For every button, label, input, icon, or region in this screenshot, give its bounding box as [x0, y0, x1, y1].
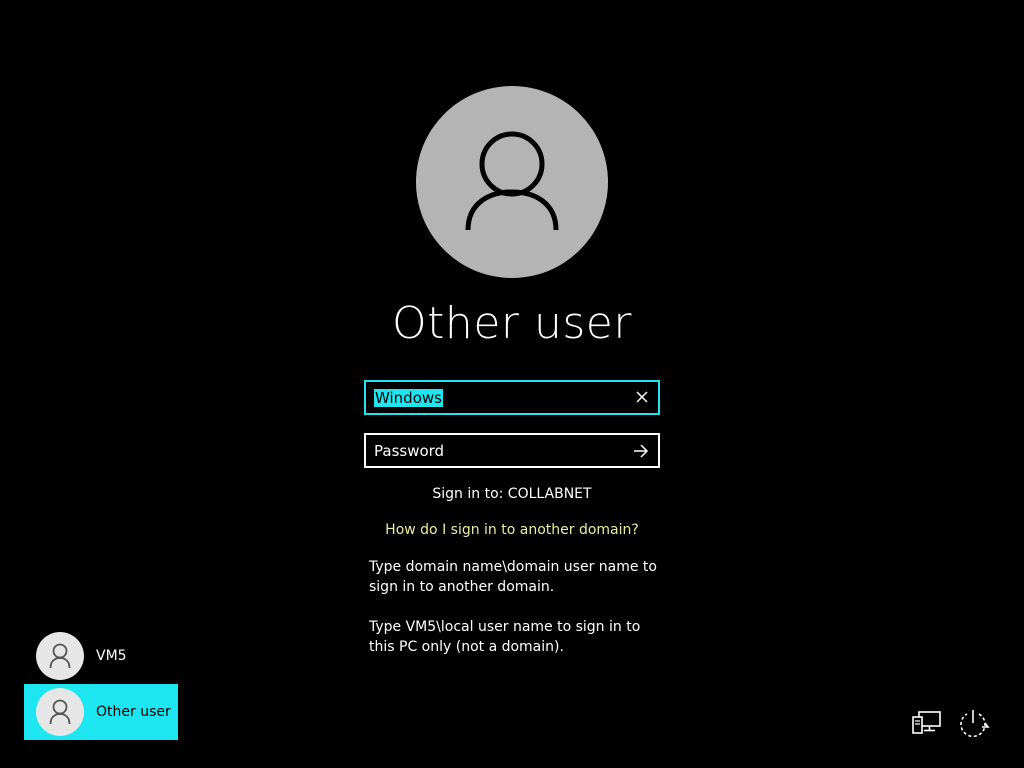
user-icon	[465, 131, 559, 231]
user-name-heading: Other user	[392, 298, 632, 349]
user-avatar	[416, 86, 608, 278]
user-icon	[49, 699, 71, 725]
username-field[interactable]: Windows	[364, 380, 660, 415]
sign-in-target: Sign in to: COLLABNET	[432, 486, 592, 502]
tile-avatar	[36, 688, 84, 736]
hint-local-user: Type VM5\local user name to sign in to t…	[369, 619, 641, 655]
user-icon	[49, 643, 71, 669]
hint-domain-user: Type domain name\domain user name to sig…	[369, 559, 657, 595]
tile-avatar	[36, 632, 84, 680]
password-placeholder[interactable]: Password	[374, 442, 444, 460]
password-field[interactable]: Password	[364, 433, 660, 468]
user-tile-vm5[interactable]: VM5	[24, 628, 178, 684]
power-icon[interactable]	[957, 706, 991, 740]
close-icon[interactable]	[635, 390, 649, 404]
lock-screen: Other user Windows Password Sign in to: …	[0, 0, 1024, 768]
arrow-right-icon[interactable]	[632, 442, 650, 460]
username-selected-text: Windows	[374, 389, 443, 407]
username-value[interactable]: Windows	[374, 389, 443, 407]
user-tile-other-user[interactable]: Other user	[24, 684, 178, 740]
user-tile-label: Other user	[96, 704, 171, 720]
user-tile-label: VM5	[96, 648, 127, 664]
network-icon[interactable]	[910, 706, 944, 740]
help-link-another-domain[interactable]: How do I sign in to another domain?	[312, 522, 712, 538]
